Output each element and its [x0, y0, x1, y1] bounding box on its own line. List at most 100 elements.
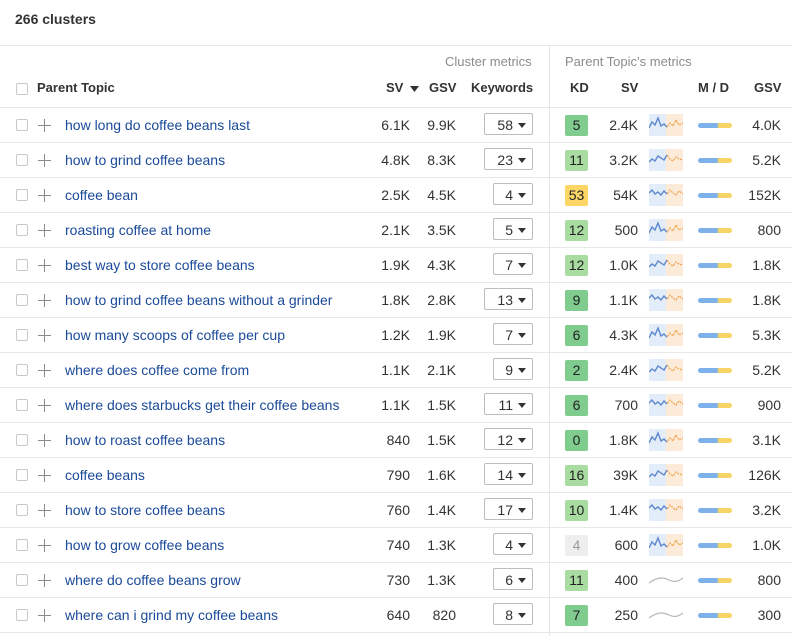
keywords-dropdown[interactable]: 6 — [493, 568, 533, 590]
kd-badge: 6 — [565, 395, 588, 416]
expand-plus-icon[interactable] — [38, 119, 51, 132]
column-header-parent-gsv[interactable]: GSV — [754, 80, 781, 95]
select-all-checkbox[interactable] — [16, 83, 28, 95]
cluster-sv: 640 — [386, 607, 410, 623]
row-checkbox[interactable] — [16, 469, 28, 481]
parent-topic-link[interactable]: where does coffee come from — [65, 362, 249, 378]
keywords-dropdown[interactable]: 7 — [493, 253, 533, 275]
expand-plus-icon[interactable] — [38, 189, 51, 202]
keywords-dropdown[interactable]: 5 — [493, 218, 533, 240]
row-checkbox[interactable] — [16, 189, 28, 201]
expand-plus-icon[interactable] — [38, 574, 51, 587]
cluster-sv: 1.8K — [381, 292, 410, 308]
parent-topic-link[interactable]: roasting coffee at home — [65, 222, 211, 238]
row-checkbox[interactable] — [16, 259, 28, 271]
keywords-dropdown[interactable]: 23 — [484, 148, 533, 170]
cluster-gsv: 3.5K — [427, 222, 456, 238]
row-checkbox[interactable] — [16, 609, 28, 621]
row-checkbox[interactable] — [16, 329, 28, 341]
column-header-parent-sv[interactable]: SV — [621, 80, 638, 95]
row-checkbox[interactable] — [16, 154, 28, 166]
dropdown-caret-icon — [518, 193, 526, 198]
column-header-sv[interactable]: SV — [386, 80, 419, 95]
row-checkbox[interactable] — [16, 504, 28, 516]
parent-topic-link[interactable]: coffee beans — [65, 467, 145, 483]
parent-gsv: 126K — [748, 467, 781, 483]
mobile-desktop-bar — [698, 473, 732, 478]
parent-topic-link[interactable]: where do coffee beans grow — [65, 572, 241, 588]
row-checkbox[interactable] — [16, 399, 28, 411]
keywords-count: 4 — [505, 187, 513, 203]
cluster-sv: 730 — [386, 572, 410, 588]
parent-gsv: 5.2K — [752, 152, 781, 168]
parent-sv: 500 — [614, 222, 638, 238]
parent-topic-link[interactable]: how to store coffee beans — [65, 502, 225, 518]
parent-topic-link[interactable]: how many scoops of coffee per cup — [65, 327, 285, 343]
keywords-dropdown[interactable]: 12 — [484, 428, 533, 450]
column-header-kd[interactable]: KD — [570, 80, 589, 95]
parent-topic-link[interactable]: how to grow coffee beans — [65, 537, 224, 553]
keywords-dropdown[interactable]: 13 — [484, 288, 533, 310]
keywords-dropdown[interactable]: 8 — [493, 603, 533, 625]
parent-topic-link[interactable]: how to grind coffee beans — [65, 152, 225, 168]
column-header-keywords[interactable]: Keywords — [471, 80, 533, 95]
expand-plus-icon[interactable] — [38, 504, 51, 517]
row-checkbox[interactable] — [16, 364, 28, 376]
kd-badge: 0 — [565, 430, 588, 451]
cluster-gsv: 820 — [432, 607, 456, 623]
parent-topic-link[interactable]: where can i grind my coffee beans — [65, 607, 278, 623]
row-checkbox[interactable] — [16, 434, 28, 446]
kd-badge: 10 — [565, 500, 588, 521]
keywords-dropdown[interactable]: 17 — [484, 498, 533, 520]
trend-sparkline-icon — [649, 464, 683, 486]
keywords-count: 7 — [505, 327, 513, 343]
row-checkbox[interactable] — [16, 539, 28, 551]
parent-gsv: 152K — [748, 187, 781, 203]
expand-plus-icon[interactable] — [38, 329, 51, 342]
column-header-md: M / D — [698, 80, 730, 95]
keywords-dropdown[interactable]: 4 — [493, 183, 533, 205]
column-header-gsv[interactable]: GSV — [429, 80, 456, 95]
trend-sparkline-icon — [649, 612, 683, 619]
expand-plus-icon[interactable] — [38, 224, 51, 237]
parent-topic-link[interactable]: best way to store coffee beans — [65, 257, 255, 273]
keywords-count: 23 — [497, 152, 513, 168]
trend-sparkline-icon — [649, 429, 683, 451]
keywords-dropdown[interactable]: 14 — [484, 463, 533, 485]
keywords-dropdown[interactable]: 4 — [493, 533, 533, 555]
table-row: where does coffee come from 1.1K 2.1K 9 2 2.4… — [0, 353, 792, 388]
parent-topic-link[interactable]: how to grind coffee beans without a grin… — [65, 292, 332, 308]
column-header-sv-label: SV — [386, 80, 404, 95]
dropdown-caret-icon — [518, 508, 526, 513]
row-checkbox[interactable] — [16, 119, 28, 131]
mobile-desktop-bar — [698, 543, 732, 548]
row-checkbox[interactable] — [16, 224, 28, 236]
parent-topic-metrics-group-label: Parent Topic’s metrics — [565, 54, 692, 69]
expand-plus-icon[interactable] — [38, 434, 51, 447]
parent-gsv: 1.8K — [752, 257, 781, 273]
dropdown-caret-icon — [518, 403, 526, 408]
expand-plus-icon[interactable] — [38, 609, 51, 622]
expand-plus-icon[interactable] — [38, 364, 51, 377]
row-checkbox[interactable] — [16, 294, 28, 306]
trend-sparkline-icon — [649, 324, 683, 346]
expand-plus-icon[interactable] — [38, 399, 51, 412]
keywords-dropdown[interactable]: 7 — [493, 323, 533, 345]
parent-sv: 54K — [613, 187, 638, 203]
keywords-dropdown[interactable]: 11 — [484, 393, 533, 415]
expand-plus-icon[interactable] — [38, 469, 51, 482]
expand-plus-icon[interactable] — [38, 259, 51, 272]
trend-sparkline-icon — [649, 394, 683, 416]
row-checkbox[interactable] — [16, 574, 28, 586]
parent-topic-link[interactable]: coffee bean — [65, 187, 138, 203]
parent-topic-link[interactable]: how to roast coffee beans — [65, 432, 225, 448]
expand-plus-icon[interactable] — [38, 294, 51, 307]
parent-topic-link[interactable]: how long do coffee beans last — [65, 117, 250, 133]
parent-topic-link[interactable]: where does starbucks get their coffee be… — [65, 397, 339, 413]
keywords-count: 58 — [497, 117, 513, 133]
expand-plus-icon[interactable] — [38, 539, 51, 552]
cluster-gsv: 4.3K — [427, 257, 456, 273]
keywords-dropdown[interactable]: 58 — [484, 113, 533, 135]
expand-plus-icon[interactable] — [38, 154, 51, 167]
keywords-dropdown[interactable]: 9 — [493, 358, 533, 380]
